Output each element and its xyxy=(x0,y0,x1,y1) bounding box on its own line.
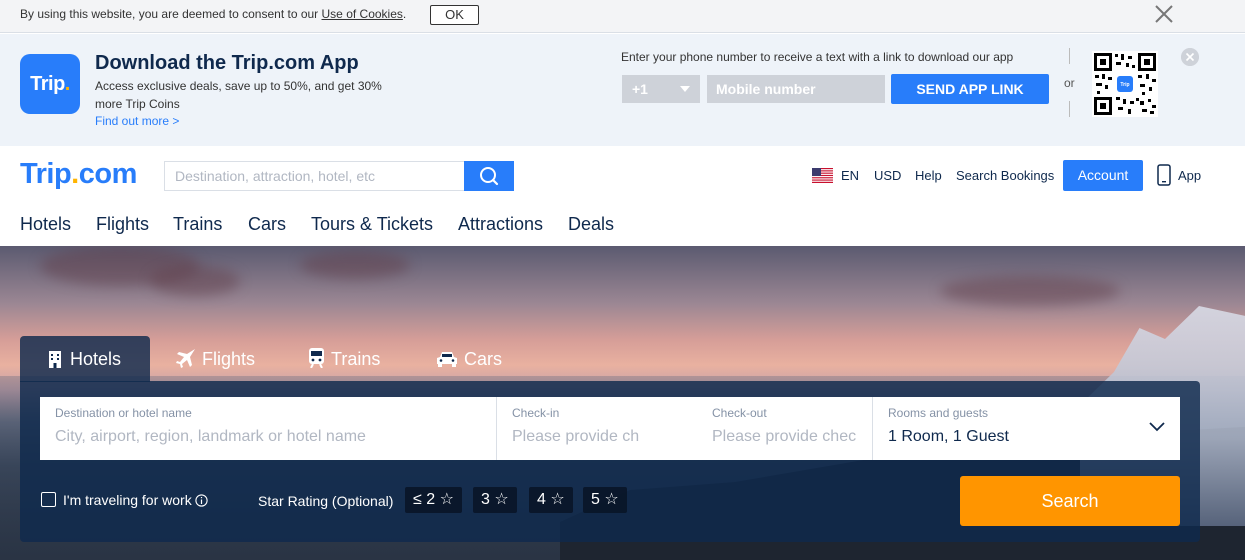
checkout-field[interactable]: Check-out Please provide chec xyxy=(697,397,872,460)
find-out-more-link[interactable]: Find out more > xyxy=(95,114,179,128)
currency-selector[interactable]: USD xyxy=(874,168,901,183)
cookie-ok-button[interactable]: OK xyxy=(430,5,479,25)
checkin-label: Check-in xyxy=(512,406,560,420)
nav-flights[interactable]: Flights xyxy=(96,214,149,235)
site-search-button[interactable] xyxy=(464,161,514,191)
plane-icon xyxy=(176,349,195,368)
search-fields: Destination or hotel name City, airport,… xyxy=(40,397,1180,460)
checkin-input[interactable]: Please provide ch xyxy=(512,428,640,446)
nav-deals[interactable]: Deals xyxy=(568,214,614,235)
mobile-number-input[interactable] xyxy=(707,75,885,103)
checkout-input[interactable]: Please provide chec xyxy=(712,428,860,446)
site-header: Trip.com EN USD Help Search Bookings Acc… xyxy=(0,146,1245,246)
nav-tours-tickets[interactable]: Tours & Tickets xyxy=(311,214,433,235)
star-rating-label: Star Rating (Optional) xyxy=(258,493,394,509)
star-rating-5[interactable]: 5 ☆ xyxy=(583,487,627,513)
tab-trains[interactable]: Trains xyxy=(282,336,410,382)
site-search-input[interactable] xyxy=(164,161,465,191)
app-download-banner: Trip. Download the Trip.com App Access e… xyxy=(0,34,1245,146)
hero-cloud xyxy=(940,276,1120,306)
star-rating-2-or-less[interactable]: ≤ 2 ☆ xyxy=(405,487,462,513)
hotel-search-panel: Destination or hotel name City, airport,… xyxy=(20,381,1200,542)
tab-trains-label: Trains xyxy=(331,349,381,369)
cookie-period: . xyxy=(402,7,407,21)
app-logo-text: Trip xyxy=(30,73,65,95)
checkout-label: Check-out xyxy=(712,406,767,420)
mobile-phone-icon[interactable] xyxy=(1157,164,1171,186)
tab-flights-label: Flights xyxy=(202,349,256,369)
close-icon[interactable] xyxy=(1153,3,1175,25)
checkin-field[interactable]: Check-in Please provide ch xyxy=(497,397,697,460)
train-icon xyxy=(309,348,324,369)
hero-cloud xyxy=(300,251,410,279)
star-rating-4[interactable]: 4 ☆ xyxy=(529,487,573,513)
chevron-down-icon[interactable] xyxy=(1148,421,1166,433)
language-selector[interactable]: EN xyxy=(841,168,859,183)
logo-main: Trip xyxy=(20,158,72,190)
rooms-guests-field[interactable]: Rooms and guests 1 Room, 1 Guest xyxy=(873,397,1180,460)
destination-label: Destination or hotel name xyxy=(55,406,192,420)
tab-flights[interactable]: Flights xyxy=(150,336,280,382)
hotel-icon xyxy=(49,351,61,368)
logo-suffix: com xyxy=(78,158,138,190)
nav-hotels[interactable]: Hotels xyxy=(20,214,71,235)
nav-trains[interactable]: Trains xyxy=(173,214,222,235)
tab-hotels-label: Hotels xyxy=(70,349,122,369)
nav-attractions[interactable]: Attractions xyxy=(458,214,543,235)
send-app-link-button[interactable]: SEND APP LINK xyxy=(891,74,1049,104)
cookie-bar: By using this website, you are deemed to… xyxy=(0,0,1245,33)
country-code-value: +1 xyxy=(632,81,648,97)
chevron-down-icon xyxy=(680,86,690,92)
or-label: or xyxy=(1064,76,1075,90)
app-logo-dot: . xyxy=(64,73,71,95)
trip-logo[interactable]: Trip.com xyxy=(20,158,137,191)
tab-cars-label: Cars xyxy=(464,349,503,369)
cookie-text: By using this website, you are deemed to… xyxy=(20,7,322,21)
star-rating-3[interactable]: 3 ☆ xyxy=(473,487,517,513)
rooms-guests-value: 1 Room, 1 Guest xyxy=(888,428,1009,445)
logo-dot: . xyxy=(71,158,79,190)
cookie-policy-link[interactable]: Use of Cookies xyxy=(322,7,403,21)
us-flag-icon xyxy=(812,168,833,183)
close-icon[interactable] xyxy=(1181,48,1199,66)
work-travel-label[interactable]: I'm traveling for work xyxy=(63,492,192,508)
account-button[interactable]: Account xyxy=(1063,160,1143,191)
tab-cars[interactable]: Cars xyxy=(410,336,520,382)
search-bookings-link[interactable]: Search Bookings xyxy=(956,168,1054,183)
work-travel-checkbox[interactable] xyxy=(41,492,56,507)
rooms-guests-label: Rooms and guests xyxy=(888,406,989,420)
phone-prompt: Enter your phone number to receive a tex… xyxy=(621,50,1014,64)
car-icon xyxy=(437,352,457,367)
destination-field[interactable]: Destination or hotel name City, airport,… xyxy=(40,397,496,460)
search-icon xyxy=(480,167,499,186)
qr-logo-text: Trip xyxy=(1120,82,1129,88)
app-banner-title: Download the Trip.com App xyxy=(95,52,359,74)
help-link[interactable]: Help xyxy=(915,168,942,183)
hero-banner: Hotels Flights Trains Cars Destination o… xyxy=(0,246,1245,560)
cookie-notice: By using this website, you are deemed to… xyxy=(20,7,406,21)
hotel-search-button[interactable]: Search xyxy=(960,476,1180,526)
destination-input[interactable]: City, airport, region, landmark or hotel… xyxy=(55,428,485,446)
hero-cloud xyxy=(150,266,240,296)
nav-cars[interactable]: Cars xyxy=(248,214,286,235)
qr-code-icon: Trip xyxy=(1092,51,1158,117)
divider xyxy=(1069,48,1070,64)
app-link[interactable]: App xyxy=(1178,168,1201,183)
divider xyxy=(1069,101,1070,117)
app-banner-description: Access exclusive deals, save up to 50%, … xyxy=(95,79,382,111)
trip-app-logo: Trip. xyxy=(20,54,80,114)
tab-hotels[interactable]: Hotels xyxy=(20,336,150,382)
country-code-select[interactable]: +1 xyxy=(622,75,700,103)
info-icon[interactable] xyxy=(195,494,208,507)
